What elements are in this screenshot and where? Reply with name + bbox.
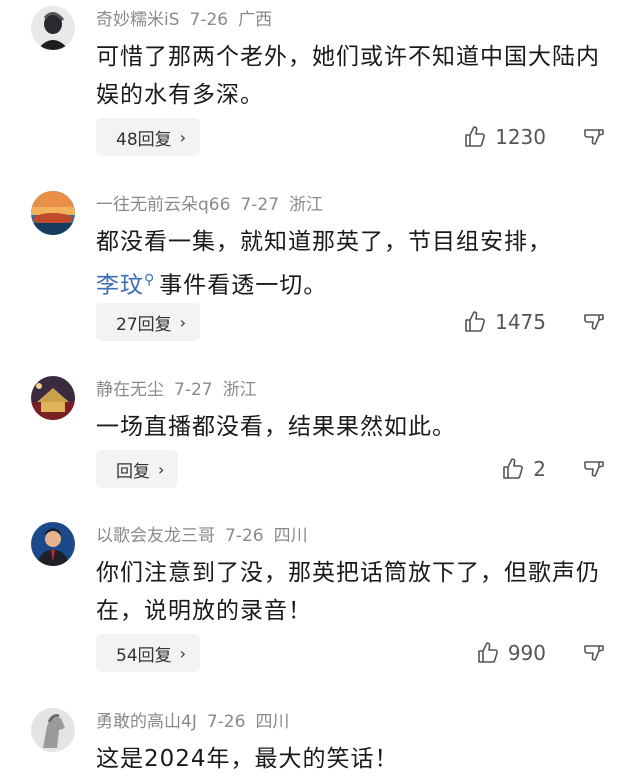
reply-count-label: 48回复 bbox=[116, 129, 172, 150]
comment-text: 你们注意到了没，那英把话筒放下了，但歌声仍在，说明放的录音！ bbox=[96, 560, 600, 624]
thumbs-up-icon bbox=[476, 641, 500, 665]
view-replies-button[interactable]: 27回复 › bbox=[96, 303, 201, 341]
comment-location: 浙江 bbox=[222, 380, 257, 400]
thumbs-up-icon bbox=[501, 457, 525, 481]
username[interactable]: 一往无前云朵q66 bbox=[96, 195, 230, 215]
thumbs-down-icon[interactable] bbox=[582, 125, 606, 149]
man-suit-avatar-icon bbox=[31, 522, 75, 566]
comment-text: 都没看一集，就知道那英了，节目组安排， 李玟⚲ 事件看透一切。 bbox=[96, 223, 606, 305]
reply-count-label: 54回复 bbox=[116, 645, 172, 666]
reply-count-label: 27回复 bbox=[116, 314, 172, 335]
sunset-avatar-icon bbox=[31, 191, 75, 235]
chevron-right-icon: › bbox=[179, 312, 187, 332]
username[interactable]: 勇敢的高山4J bbox=[96, 712, 197, 732]
like-button[interactable]: 1475 bbox=[463, 310, 546, 334]
user-avatar[interactable] bbox=[31, 191, 75, 235]
chevron-right-icon: › bbox=[158, 459, 165, 479]
thumbs-up-icon bbox=[463, 125, 487, 149]
comment-actions: 990 bbox=[476, 634, 606, 672]
chevron-right-icon: › bbox=[179, 127, 187, 147]
reply-label: 回复 bbox=[116, 461, 150, 482]
thumbs-down-icon[interactable] bbox=[582, 641, 606, 665]
user-avatar[interactable] bbox=[31, 522, 75, 566]
user-avatar[interactable] bbox=[31, 6, 75, 50]
comment-text: 可惜了那两个老外，她们或许不知道中国大陆内娱的水有多深。 bbox=[96, 44, 600, 108]
search-link[interactable]: 李玟 bbox=[96, 273, 144, 299]
comment-location: 浙江 bbox=[289, 195, 324, 215]
like-count: 1230 bbox=[495, 125, 546, 149]
view-replies-button[interactable]: 48回复 › bbox=[96, 118, 201, 156]
comment-meta: 静在无尘 7-27 浙江 bbox=[96, 378, 267, 402]
like-button[interactable]: 1230 bbox=[463, 125, 546, 149]
like-button[interactable]: 990 bbox=[476, 641, 546, 665]
comment-meta: 奇妙糯米iS 7-26 广西 bbox=[96, 8, 282, 32]
username[interactable]: 静在无尘 bbox=[96, 380, 164, 400]
thumbs-down-icon[interactable] bbox=[582, 457, 606, 481]
username[interactable]: 以歌会友龙三哥 bbox=[96, 526, 215, 546]
comment-text-part: 都没看一集，就知道那英了，节目组安排， bbox=[96, 229, 552, 255]
thumbs-down-icon[interactable] bbox=[582, 310, 606, 334]
view-replies-button[interactable]: 回复 › bbox=[96, 450, 179, 488]
comment-location: 四川 bbox=[255, 712, 290, 732]
comment-date: 7-26 bbox=[189, 10, 229, 30]
comment-meta: 一往无前云朵q66 7-27 浙江 bbox=[96, 193, 333, 217]
username[interactable]: 奇妙糯米iS bbox=[96, 10, 180, 30]
comment-actions: 2 bbox=[501, 450, 606, 488]
comment-text: 这是2024年，最大的笑话！ bbox=[96, 746, 399, 772]
like-count: 990 bbox=[507, 641, 546, 665]
search-icon[interactable]: ⚲ bbox=[144, 272, 155, 288]
comment-meta: 勇敢的高山4J 7-26 四川 bbox=[96, 710, 299, 734]
comment-text-part: 事件看透一切。 bbox=[159, 272, 328, 299]
view-replies-button[interactable]: 54回复 › bbox=[96, 634, 201, 672]
comment-date: 7-26 bbox=[206, 712, 246, 732]
like-count: 1475 bbox=[495, 310, 546, 334]
chevron-right-icon: › bbox=[179, 643, 187, 663]
horse-avatar-icon bbox=[31, 708, 75, 752]
comment-meta: 以歌会友龙三哥 7-26 四川 bbox=[96, 524, 318, 548]
comment-actions: 1230 bbox=[463, 118, 606, 156]
comment-date: 7-26 bbox=[225, 526, 264, 546]
comment-location: 四川 bbox=[273, 526, 308, 546]
comment-location: 广西 bbox=[238, 10, 273, 30]
user-avatar[interactable] bbox=[31, 376, 75, 420]
dark-figure-avatar-icon bbox=[31, 6, 75, 50]
like-button[interactable]: 2 bbox=[501, 457, 546, 481]
comment-date: 7-27 bbox=[240, 195, 280, 215]
comment-text: 一场直播都没看，结果果然如此。 bbox=[96, 414, 456, 440]
comment-date: 7-27 bbox=[174, 380, 213, 400]
user-avatar[interactable] bbox=[31, 708, 75, 752]
thumbs-up-icon bbox=[463, 310, 487, 334]
palace-avatar-icon bbox=[31, 376, 75, 420]
comment-actions: 1475 bbox=[463, 303, 606, 341]
like-count: 2 bbox=[533, 457, 546, 481]
